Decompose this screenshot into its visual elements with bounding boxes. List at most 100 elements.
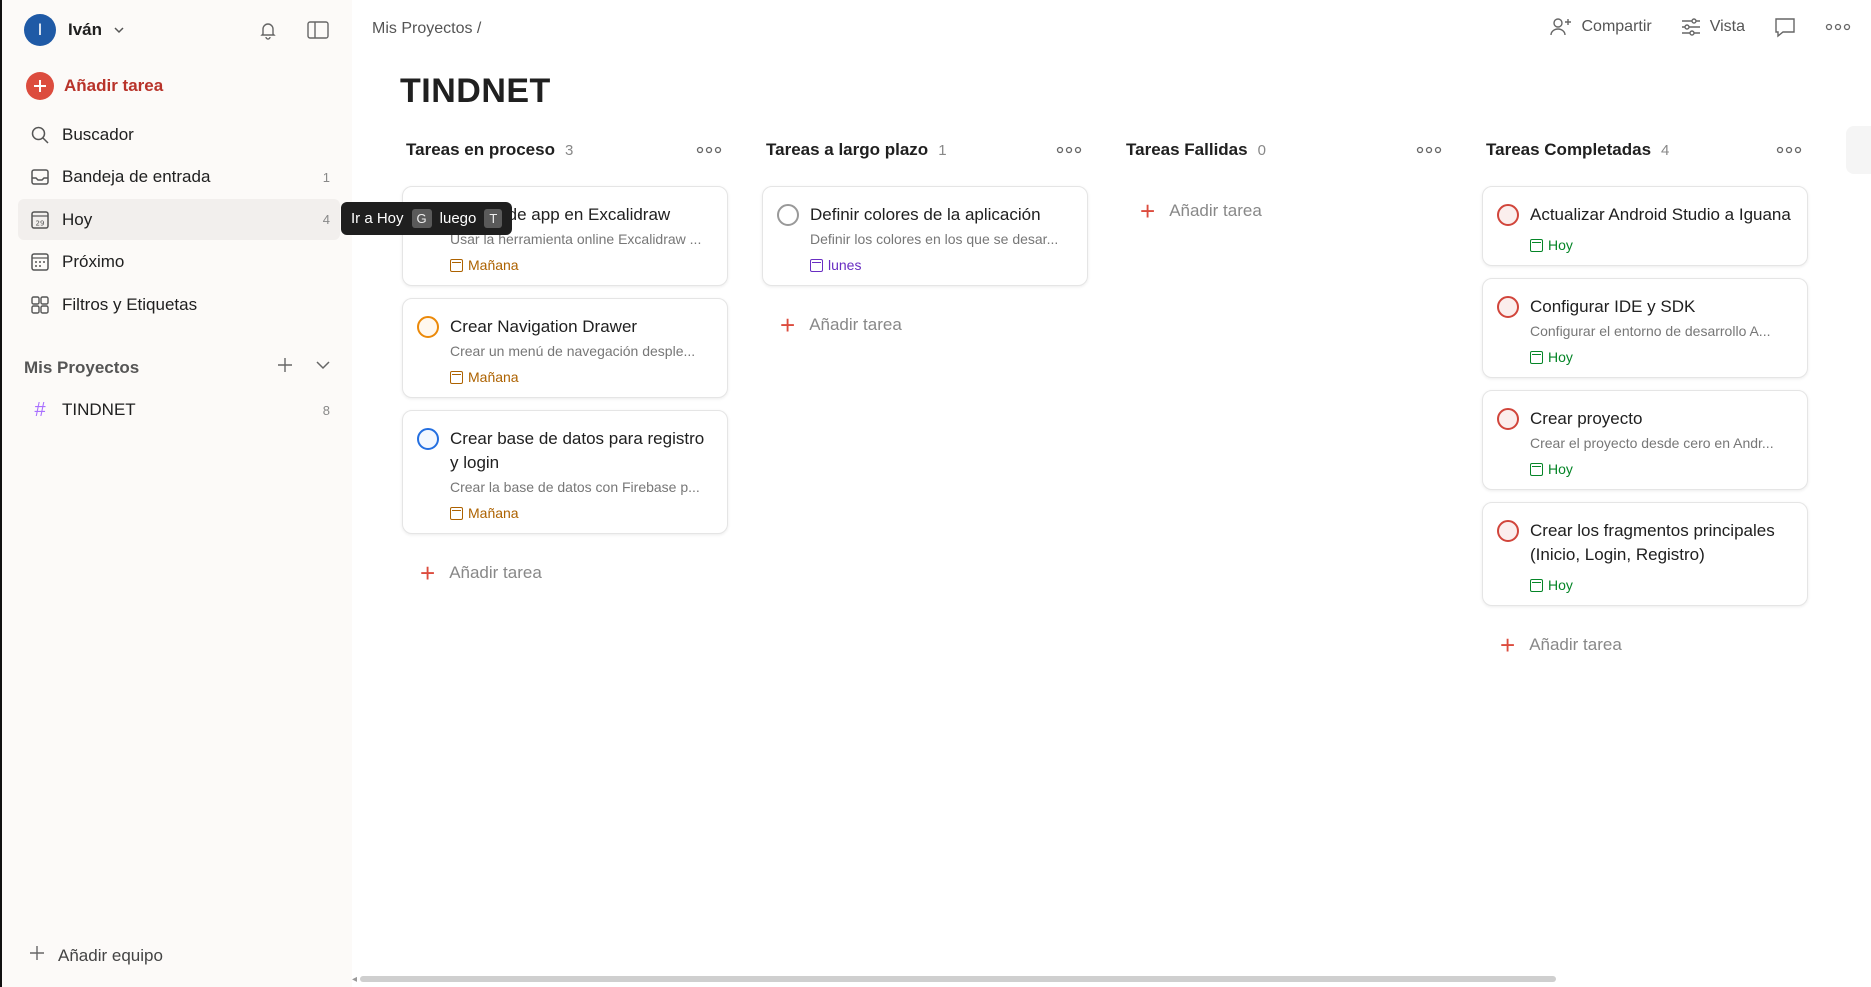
task-card[interactable]: Boceto de app en Excalidraw Usar la herr…: [402, 186, 728, 286]
column-count: 4: [1661, 141, 1670, 159]
task-description: Crear la base de datos con Firebase p...: [450, 479, 700, 495]
svg-text:29: 29: [36, 219, 45, 227]
task-due-date[interactable]: Mañana: [450, 257, 713, 273]
sidebar-project-tindnet[interactable]: # TINDNET 8: [18, 390, 340, 430]
comment-icon[interactable]: [1773, 16, 1797, 38]
task-checkbox[interactable]: [417, 428, 439, 450]
column-title[interactable]: Tareas a largo plazo: [766, 140, 928, 160]
due-date-label: Hoy: [1548, 349, 1573, 365]
task-description: Crear un menú de navegación desple...: [450, 343, 696, 359]
more-options-icon[interactable]: [1825, 23, 1851, 31]
user-name[interactable]: Iván: [68, 20, 102, 40]
task-due-date[interactable]: Hoy: [1530, 237, 1793, 253]
column-more-icon[interactable]: [1416, 141, 1442, 159]
sidebar-item-upcoming[interactable]: Próximo: [18, 242, 340, 283]
task-checkbox[interactable]: [1497, 520, 1519, 542]
task-title: Actualizar Android Studio a Iguana: [1530, 205, 1791, 224]
task-due-date[interactable]: lunes: [810, 257, 1073, 273]
due-date-label: lunes: [828, 257, 862, 273]
tooltip-key-t: T: [484, 209, 503, 228]
add-task-label: Añadir tarea: [1169, 201, 1262, 220]
task-checkbox[interactable]: [1497, 204, 1519, 226]
add-task-column-button[interactable]: + Añadir tarea: [1482, 632, 1808, 658]
task-checkbox[interactable]: [1497, 296, 1519, 318]
tooltip-key-g: G: [411, 209, 432, 228]
calendar-icon: [450, 258, 463, 272]
avatar[interactable]: I: [24, 14, 56, 46]
user-menu[interactable]: I Iván: [24, 14, 124, 46]
sidebar-item-label: Buscador: [62, 124, 134, 144]
add-task-button[interactable]: Añadir tarea: [26, 72, 163, 100]
top-actions: Compartir Vista: [1549, 16, 1851, 38]
task-card[interactable]: Crear los fragmentos principales (Inicio…: [1482, 502, 1808, 606]
add-task-column-button[interactable]: + Añadir tarea: [762, 312, 1088, 338]
calendar-icon: [1530, 350, 1543, 364]
task-due-date[interactable]: Mañana: [450, 369, 713, 385]
task-title: Crear base de datos para registro y logi…: [450, 429, 705, 472]
column-header: Tareas a largo plazo 1: [762, 136, 1088, 164]
column-count: 0: [1257, 141, 1266, 159]
sidebar-toggle-icon[interactable]: [306, 18, 330, 42]
column-title[interactable]: Tareas Completadas: [1486, 140, 1651, 160]
column-more-icon[interactable]: [1776, 141, 1802, 159]
projects-section-header: Mis Proyectos: [24, 356, 332, 379]
column-more-icon[interactable]: [1056, 141, 1082, 159]
shortcut-tooltip: Ir a Hoy G luego T: [341, 202, 513, 235]
task-card[interactable]: Actualizar Android Studio a Iguana Hoy: [1482, 186, 1808, 266]
column-title[interactable]: Tareas en proceso: [406, 140, 555, 160]
filters-icon: [28, 293, 52, 317]
task-title: Crear proyecto: [1530, 409, 1643, 428]
column-more-icon[interactable]: [696, 141, 722, 159]
add-task-label: Añadir tarea: [809, 315, 902, 334]
task-card[interactable]: Configurar IDE y SDK Configurar el entor…: [1482, 278, 1808, 378]
add-task-label: Añadir tarea: [449, 563, 542, 582]
sidebar-item-filters[interactable]: Filtros y Etiquetas: [18, 284, 340, 325]
share-button[interactable]: Compartir: [1549, 16, 1652, 38]
add-section-button[interactable]: [1846, 126, 1871, 174]
projects-label[interactable]: Mis Proyectos: [24, 358, 139, 378]
task-due-date[interactable]: Mañana: [450, 505, 713, 521]
hash-icon: #: [34, 398, 46, 421]
task-card[interactable]: Crear base de datos para registro y logi…: [402, 410, 728, 534]
bell-icon[interactable]: [256, 18, 280, 42]
horizontal-scrollbar[interactable]: [360, 976, 1556, 982]
add-task-column-button[interactable]: + Añadir tarea: [402, 560, 728, 586]
sidebar-item-inbox[interactable]: Bandeja de entrada 1: [18, 157, 340, 198]
plus-icon: +: [1140, 196, 1156, 226]
task-checkbox[interactable]: [777, 204, 799, 226]
page-title: TINDNET: [400, 72, 551, 110]
add-project-icon[interactable]: [276, 356, 294, 379]
task-card[interactable]: Crear proyecto Crear el proyecto desde c…: [1482, 390, 1808, 490]
sidebar-item-today[interactable]: 29 Hoy 4: [18, 199, 340, 240]
due-date-label: Hoy: [1548, 237, 1573, 253]
breadcrumb[interactable]: Mis Proyectos /: [372, 20, 481, 38]
task-checkbox[interactable]: [417, 316, 439, 338]
task-description: Definir los colores en los que se desar.…: [810, 231, 1059, 247]
calendar-icon: [1530, 578, 1543, 592]
task-title: Definir colores de la aplicación: [810, 205, 1041, 224]
task-card[interactable]: Definir colores de la aplicación Definir…: [762, 186, 1088, 286]
scroll-left-arrow-icon[interactable]: ◂: [352, 974, 357, 985]
plus-icon: +: [780, 310, 796, 340]
sidebar-item-buscador[interactable]: Buscador: [18, 114, 340, 155]
task-checkbox[interactable]: [1497, 408, 1519, 430]
task-due-date[interactable]: Hoy: [1530, 461, 1793, 477]
view-button[interactable]: Vista: [1680, 17, 1745, 37]
add-task-label: Añadir tarea: [1529, 635, 1622, 654]
today-count: 4: [322, 212, 330, 227]
column-header: Tareas Fallidas 0: [1122, 136, 1448, 164]
add-team-label: Añadir equipo: [58, 945, 163, 965]
task-description: Crear el proyecto desde cero en Andr...: [1530, 435, 1774, 451]
add-task-column-button[interactable]: + Añadir tarea: [1122, 198, 1448, 224]
add-team-button[interactable]: Añadir equipo: [28, 944, 163, 967]
chevron-down-icon[interactable]: [114, 25, 124, 35]
inbox-icon: [28, 165, 52, 189]
due-date-label: Hoy: [1548, 461, 1573, 477]
board-column: Tareas a largo plazo 1 Definir colores d…: [762, 136, 1088, 338]
column-title[interactable]: Tareas Fallidas: [1126, 140, 1248, 160]
task-due-date[interactable]: Hoy: [1530, 349, 1793, 365]
task-card[interactable]: Crear Navigation Drawer Crear un menú de…: [402, 298, 728, 398]
chevron-down-icon[interactable]: [314, 356, 332, 379]
task-description: Configurar el entorno de desarrollo A...: [1530, 323, 1771, 339]
task-due-date[interactable]: Hoy: [1530, 577, 1793, 593]
